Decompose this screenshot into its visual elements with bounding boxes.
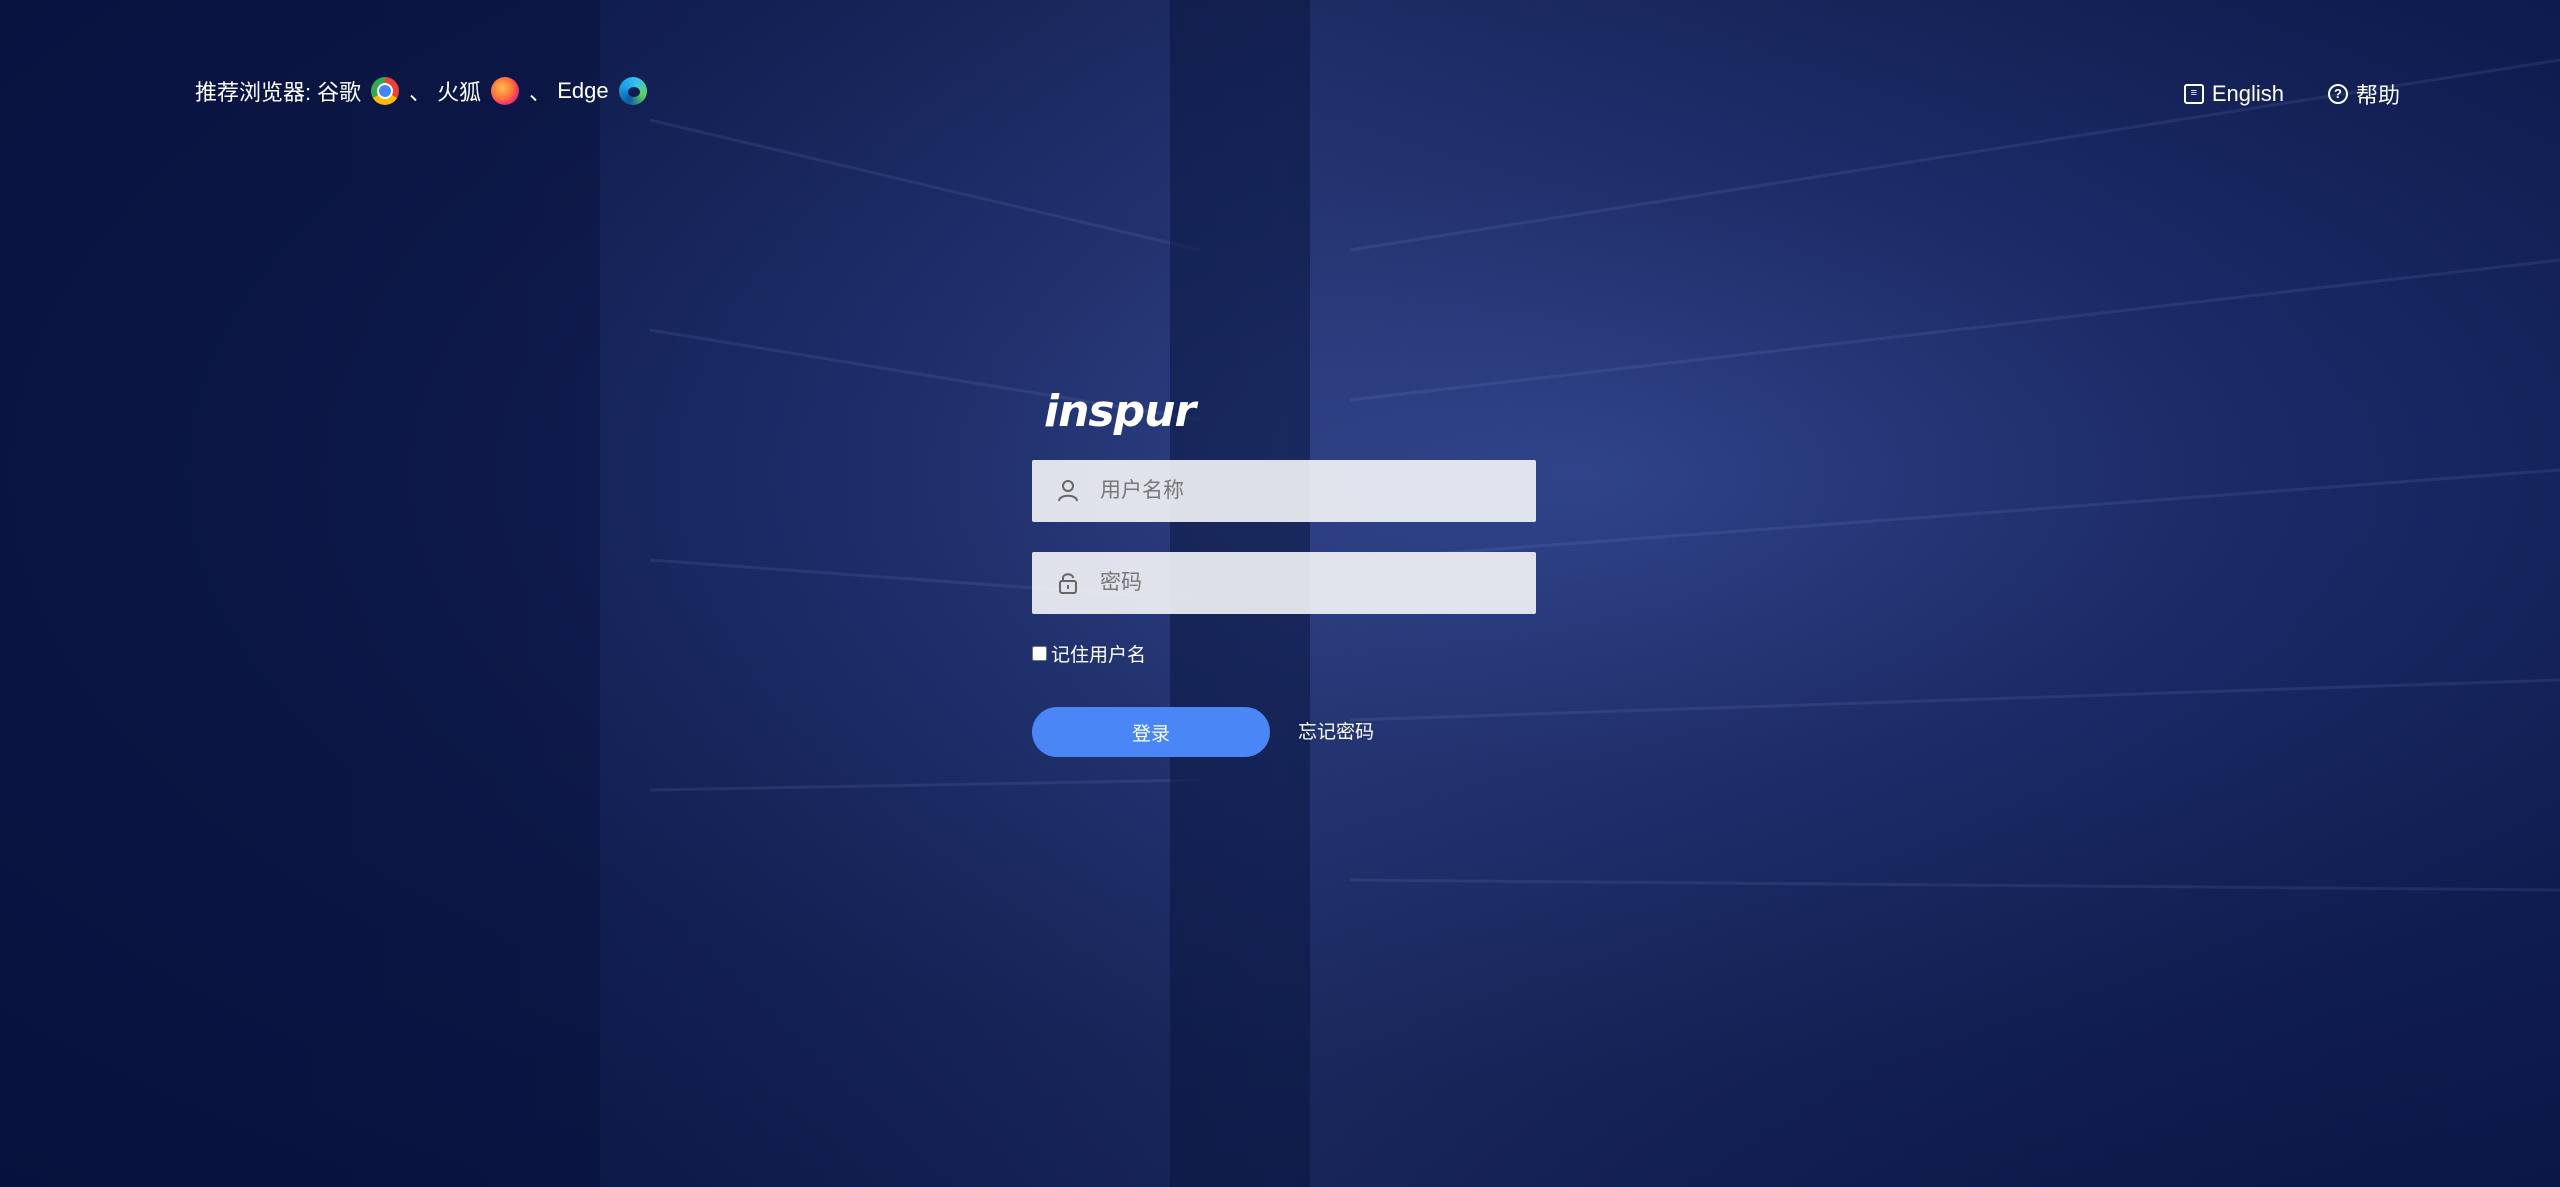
remember-username-checkbox[interactable] bbox=[1032, 646, 1047, 661]
username-field bbox=[1032, 460, 1536, 522]
password-input[interactable] bbox=[1098, 570, 1502, 596]
language-icon: ≡ bbox=[2183, 84, 2204, 104]
inspur-logo: inspur bbox=[1044, 386, 1196, 437]
help-icon: ? bbox=[2327, 84, 2348, 104]
help-link[interactable]: ? 帮助 bbox=[2327, 78, 2400, 110]
forgot-password-link[interactable]: 忘记密码 bbox=[1298, 717, 1374, 744]
chrome-icon bbox=[371, 77, 400, 105]
edge-icon bbox=[618, 77, 647, 105]
login-button[interactable]: 登录 bbox=[1032, 707, 1270, 757]
remember-username[interactable]: 记住用户名 bbox=[1032, 640, 1536, 667]
browser-edge-label: Edge bbox=[557, 78, 609, 103]
user-icon bbox=[1058, 480, 1098, 502]
lock-icon bbox=[1058, 572, 1098, 594]
browsers-label: 推荐浏览器: bbox=[195, 80, 312, 105]
recommended-browsers: 推荐浏览器: 谷歌 、 火狐 、 Edge bbox=[195, 76, 651, 106]
separator: 、 bbox=[529, 80, 552, 105]
top-nav: ≡ English ? 帮助 bbox=[2183, 78, 2400, 110]
password-field bbox=[1032, 552, 1536, 614]
username-input[interactable] bbox=[1098, 478, 1502, 504]
login-page: 推荐浏览器: 谷歌 、 火狐 、 Edge ≡ English ? 帮助 ins… bbox=[0, 0, 2560, 1187]
language-label: English bbox=[2211, 81, 2284, 106]
browser-chrome-label: 谷歌 bbox=[317, 80, 362, 105]
browser-firefox-label: 火狐 bbox=[437, 80, 482, 105]
login-form: inspur 记住用户名 bbox=[1032, 386, 1536, 757]
separator: 、 bbox=[409, 80, 432, 105]
firefox-icon bbox=[491, 77, 520, 105]
help-label: 帮助 bbox=[2355, 83, 2400, 108]
login-actions: 登录 忘记密码 bbox=[1032, 707, 1536, 757]
remember-username-label: 记住用户名 bbox=[1051, 645, 1147, 666]
language-switch[interactable]: ≡ English bbox=[2183, 81, 2284, 107]
